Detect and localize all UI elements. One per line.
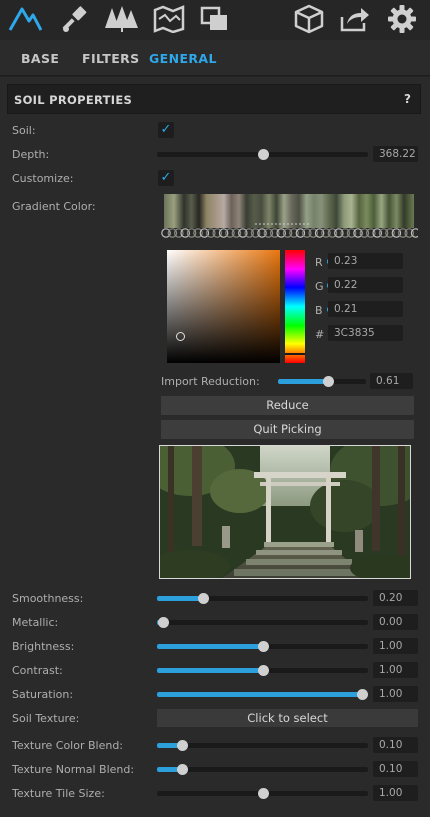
texture-normal-blend-slider[interactable] [157,764,368,775]
reduce-button[interactable]: Reduce [161,396,414,415]
hex-field[interactable]: 3C3835 [328,325,403,341]
tab-general[interactable]: GENERAL [149,51,217,66]
section-header: SOIL PROPERTIES ? [7,84,421,114]
gradient-key-markers[interactable] [160,222,418,242]
import-reduction-label: Import Reduction: [161,375,260,388]
depth-label: Depth: [12,148,50,161]
checkmark-icon: ✓ [160,122,172,137]
brightness-label: Brightness: [12,640,75,653]
texture-color-blend-slider[interactable] [157,740,368,751]
texture-normal-blend-label: Texture Normal Blend: [12,763,135,776]
main-toolbar [0,0,430,40]
contrast-knob[interactable] [258,665,269,676]
green-channel-label: G [315,280,324,293]
import-reduction-value[interactable]: 0.61 [370,373,413,389]
depth-value[interactable]: 368.22 [373,146,418,162]
texture-color-blend-label: Texture Color Blend: [12,739,124,752]
texture-color-blend-value[interactable]: 0.10 [373,737,418,753]
help-button[interactable]: ? [404,92,411,106]
saturation-value-field[interactable] [167,250,280,363]
color-picker-cursor[interactable] [176,332,185,341]
terrain-icon[interactable] [8,3,42,35]
texture-normal-blend-value[interactable]: 0.10 [373,761,418,777]
soil-texture-label: Soil Texture: [12,712,80,725]
metallic-label: Metallic: [12,616,59,629]
contrast-label: Contrast: [12,664,63,677]
layers-icon[interactable] [198,3,232,35]
section-title: SOIL PROPERTIES [14,93,133,107]
reference-image-preview[interactable] [159,445,411,579]
brightness-value[interactable]: 1.00 [373,638,418,654]
red-channel-value[interactable]: 0.23 [328,253,403,269]
saturation-slider[interactable] [157,689,368,700]
metallic-value[interactable]: 0.00 [373,614,418,630]
import-reduction-knob[interactable] [323,376,334,387]
saturation-value[interactable]: 1.00 [373,686,418,702]
brush-icon[interactable] [58,3,92,35]
smoothness-value[interactable]: 0.20 [373,590,418,606]
hex-label: # [315,328,325,341]
hue-slider[interactable] [285,250,305,363]
texture-tile-size-knob[interactable] [258,788,269,799]
metallic-knob[interactable] [158,617,169,628]
tab-bar: BASE FILTERS GENERAL [0,40,430,76]
map-icon[interactable] [152,3,186,35]
smoothness-slider[interactable] [157,593,368,604]
customize-label: Customize: [12,172,74,185]
gradient-color-label: Gradient Color: [12,200,96,213]
depth-slider[interactable] [157,149,368,160]
blue-channel-label: B [315,304,323,317]
texture-color-blend-knob[interactable] [177,740,188,751]
brightness-knob[interactable] [258,641,269,652]
smoothness-knob[interactable] [198,593,209,604]
brightness-slider[interactable] [157,641,368,652]
cube-icon[interactable] [292,3,326,35]
metallic-slider[interactable] [157,617,368,628]
tab-base[interactable]: BASE [21,51,59,66]
texture-tile-size-label: Texture Tile Size: [12,787,105,800]
saturation-label: Saturation: [12,688,74,701]
import-reduction-slider[interactable] [278,376,366,387]
quit-picking-button[interactable]: Quit Picking [161,420,414,439]
gear-icon[interactable] [385,3,419,35]
export-icon[interactable] [338,3,372,35]
depth-slider-knob[interactable] [258,149,269,160]
gradient-key-marker [410,228,418,238]
checkmark-icon: ✓ [160,170,172,185]
trees-icon[interactable] [104,3,138,35]
texture-tile-size-value[interactable]: 1.00 [373,785,418,801]
blue-channel-value[interactable]: 0.21 [328,301,403,317]
contrast-value[interactable]: 1.00 [373,662,418,678]
soil-checkbox[interactable]: ✓ [158,122,174,138]
texture-normal-blend-knob[interactable] [177,764,188,775]
smoothness-label: Smoothness: [12,592,84,605]
tab-filters[interactable]: FILTERS [82,51,140,66]
saturation-knob[interactable] [357,689,368,700]
contrast-slider[interactable] [157,665,368,676]
red-channel-label: R [315,256,323,269]
green-channel-value[interactable]: 0.22 [328,277,403,293]
texture-tile-size-slider[interactable] [157,788,368,799]
soil-label: Soil: [12,124,36,137]
soil-texture-select-button[interactable]: Click to select [157,709,418,727]
hue-slider-marker[interactable] [285,353,305,355]
customize-checkbox[interactable]: ✓ [158,170,174,186]
